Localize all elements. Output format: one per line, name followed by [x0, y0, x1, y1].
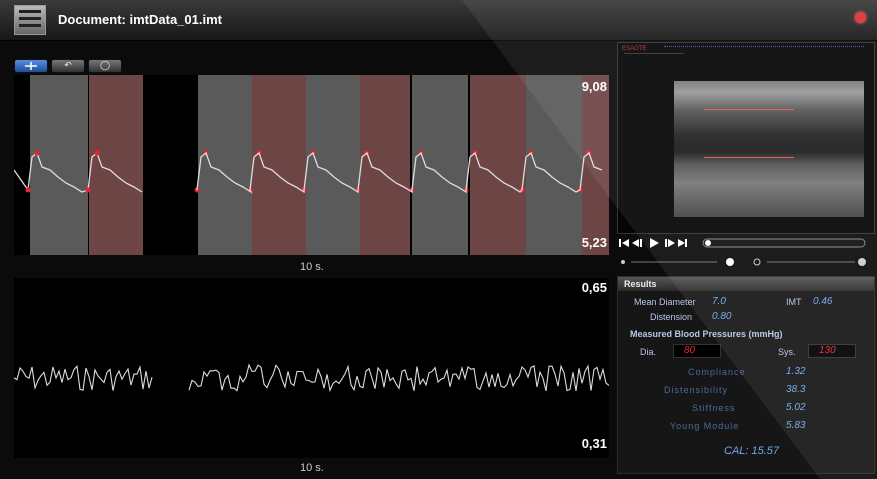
video-position-slider[interactable] — [702, 238, 866, 248]
results-title: Results — [618, 277, 874, 291]
contrast-low-icon — [753, 258, 761, 266]
distension-label: Distension — [650, 312, 693, 322]
video-controls — [617, 234, 873, 274]
compliance-value: 1.32 — [786, 366, 806, 377]
imt-value: 0.46 — [813, 296, 833, 307]
video-brand: ESAOTE — [622, 46, 647, 52]
cycle-segment — [89, 75, 143, 255]
cal-value: CAL: 15.57 — [724, 445, 780, 457]
cycle-segment — [30, 75, 88, 255]
secondary-waveform-chart — [13, 363, 610, 393]
select-icon — [25, 62, 37, 70]
cycle-segment — [252, 75, 306, 255]
cycle-segment — [306, 75, 360, 255]
brightness-high-icon — [726, 258, 734, 266]
bottom-time-label: 10 s. — [300, 462, 324, 474]
sys-label: Sys. — [778, 347, 796, 357]
mean-diameter-value: 7.0 — [712, 296, 726, 307]
document-icon — [14, 5, 46, 35]
ultrasound-image — [674, 81, 864, 217]
top-time-label: 10 s. — [300, 261, 324, 273]
bottom-max-label: 0,65 — [581, 280, 607, 295]
distension-value: 0.80 — [712, 311, 732, 322]
cycle-segment — [412, 75, 468, 255]
position-thumb[interactable] — [705, 240, 711, 246]
close-icon[interactable] — [855, 12, 866, 23]
stiffness-value: 5.02 — [786, 402, 806, 413]
bp-header: Measured Blood Pressures (mmHg) — [630, 329, 783, 339]
loop-button[interactable]: ◯ — [88, 59, 122, 73]
contrast-high-icon — [858, 258, 866, 266]
cycle-segment — [582, 75, 609, 255]
top-min-label: 5,23 — [581, 235, 607, 250]
young-module-value: 5.83 — [786, 420, 806, 431]
dia-label: Dia. — [640, 347, 657, 357]
peak-marker — [85, 187, 91, 193]
brightness-low-icon — [621, 260, 625, 264]
title-bar: Document: imtData_01.imt — [0, 0, 877, 41]
dia-value: 80 — [684, 345, 696, 356]
top-max-label: 9,08 — [581, 79, 607, 94]
distensibility-label: Distensibility — [664, 385, 729, 395]
cycle-segment — [360, 75, 410, 255]
video-header-line — [664, 46, 864, 49]
near-wall-marker — [704, 109, 794, 110]
video-scale-line — [624, 53, 684, 54]
peak-marker — [94, 150, 100, 156]
imt-label: IMT — [786, 297, 802, 307]
dia-field[interactable]: 80 — [673, 344, 721, 358]
undo-button[interactable]: ↶ — [51, 59, 85, 73]
mean-diameter-label: Mean Diameter — [634, 297, 696, 307]
stiffness-label: Stiffness — [692, 403, 736, 413]
far-wall-marker — [704, 157, 794, 158]
results-panel: Results Mean Diameter 7.0 IMT 0.46 Diste… — [617, 276, 875, 474]
secondary-waveform-panel[interactable]: 0,65 0,31 — [13, 278, 610, 458]
playback-icons[interactable] — [619, 238, 687, 248]
cycle-segment — [198, 75, 252, 255]
diameter-waveform-chart — [13, 75, 609, 255]
window-title: Document: imtData_01.imt — [58, 12, 222, 27]
sys-value: 130 — [819, 345, 836, 356]
compliance-label: Compliance — [688, 367, 746, 377]
distensibility-value: 38.3 — [786, 384, 806, 395]
cycle-segment — [470, 75, 526, 255]
peak-marker — [34, 150, 40, 156]
diameter-waveform-panel[interactable]: 9,08 5,23 — [13, 75, 609, 255]
peak-marker — [25, 187, 31, 193]
bottom-min-label: 0,31 — [581, 436, 607, 451]
sys-field[interactable]: 130 — [808, 344, 856, 358]
young-module-label: Young Module — [670, 421, 740, 431]
select-tool-button[interactable] — [14, 59, 48, 73]
cycle-segment — [526, 75, 582, 255]
ultrasound-video[interactable]: ESAOTE — [617, 42, 875, 234]
